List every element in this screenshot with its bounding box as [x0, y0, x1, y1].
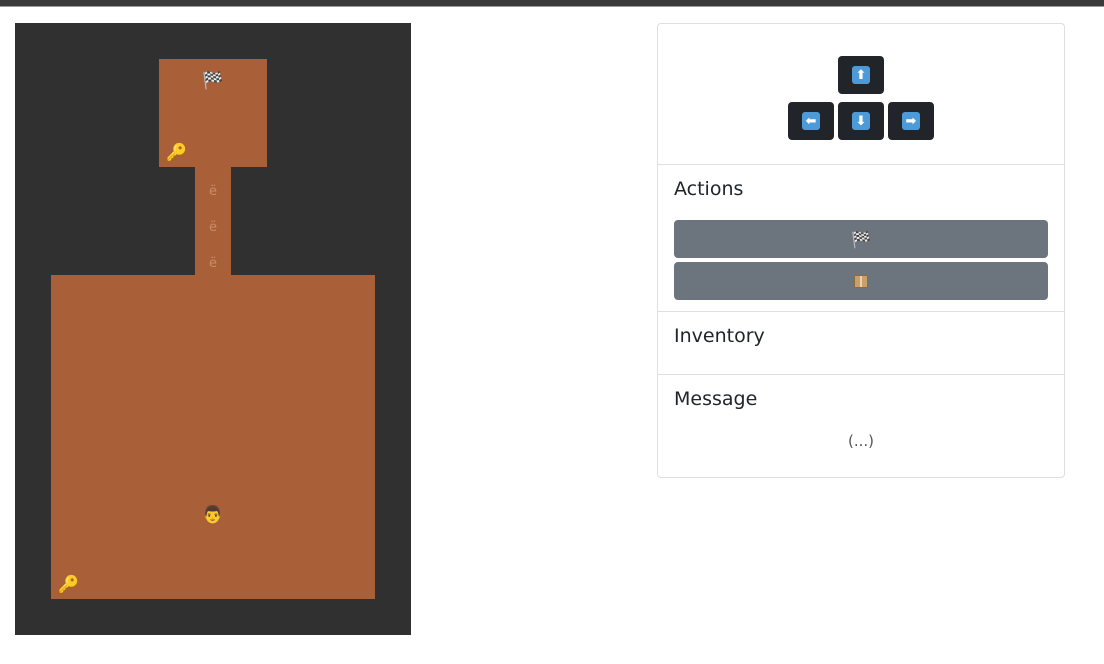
- inventory-title: Inventory: [674, 325, 765, 347]
- finish-action-button[interactable]: 🏁: [674, 220, 1048, 258]
- message-title: Message: [674, 388, 758, 410]
- package-icon: [854, 274, 868, 288]
- finish-flag-icon: 🏁: [851, 229, 871, 249]
- direction-controls: ⬆ ⬅ ⬇ ➡: [658, 24, 1064, 164]
- control-panel: ⬆ ⬅ ⬇ ➡ Actions 🏁 Inventory Message (...…: [657, 23, 1065, 478]
- open-box-action-button[interactable]: [674, 262, 1048, 300]
- arrow-up-icon: ⬆: [852, 66, 870, 84]
- door-icon: ё: [209, 183, 217, 199]
- arrow-left-icon: ⬅: [802, 112, 820, 130]
- move-right-button[interactable]: ➡: [888, 102, 934, 140]
- move-down-button[interactable]: ⬇: [838, 102, 884, 140]
- inventory-section: Inventory: [658, 311, 1064, 375]
- finish-flag-icon: 🏁: [202, 70, 224, 91]
- move-left-button[interactable]: ⬅: [788, 102, 834, 140]
- game-map: 🏁 🔑 ё ё ё 👨 🔑: [15, 23, 411, 635]
- message-section: Message (...): [658, 374, 1064, 477]
- key-icon: 🔑: [166, 142, 188, 163]
- top-bar-divider: [0, 6, 1104, 7]
- door-icon: ё: [209, 255, 217, 271]
- message-text: (...): [847, 432, 874, 450]
- player-icon: 👨: [202, 504, 224, 525]
- move-up-button[interactable]: ⬆: [838, 56, 884, 94]
- actions-title: Actions: [674, 178, 744, 200]
- arrow-right-icon: ➡: [902, 112, 920, 130]
- key-icon: 🔑: [58, 574, 80, 595]
- actions-section: Actions 🏁: [658, 164, 1064, 312]
- arrow-down-icon: ⬇: [852, 112, 870, 130]
- door-icon: ё: [209, 219, 217, 235]
- room-bottom: [51, 275, 375, 599]
